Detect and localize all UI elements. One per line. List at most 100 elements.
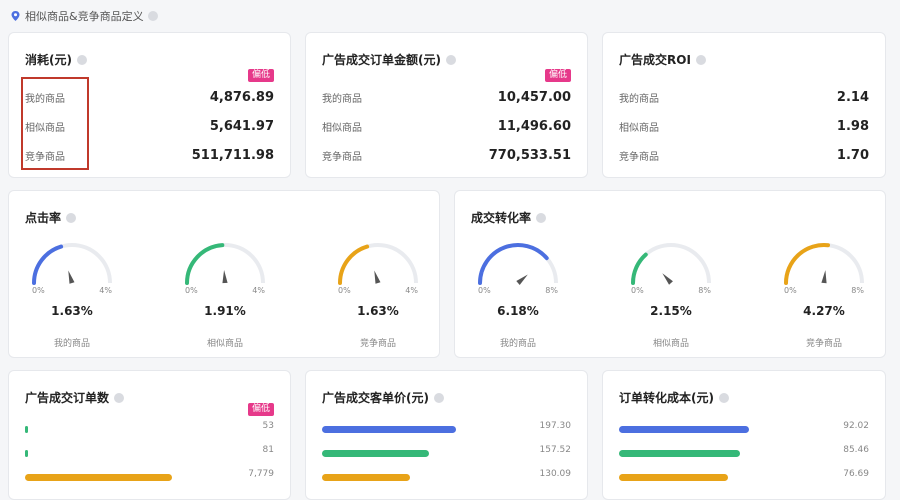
metric-row: 竞争商品 1.70 <box>619 141 869 170</box>
low-badge: 偏低 <box>247 69 274 82</box>
help-icon[interactable] <box>445 54 456 65</box>
bar-value: 7,779 <box>248 469 274 479</box>
gauge-value: 4.27% <box>803 304 845 318</box>
bar-value: 85.46 <box>843 445 869 455</box>
row-label: 相似商品 <box>25 123 65 134</box>
metric-card-order-amount: 广告成交订单金额(元) 偏低 我的商品 10,457.00 相似商品 11,496.… <box>305 32 588 178</box>
help-icon[interactable] <box>433 392 444 403</box>
row-value: 10,457.00 <box>497 90 571 105</box>
bar-value: 92.02 <box>843 421 869 431</box>
bar <box>322 474 410 481</box>
bar <box>322 450 429 457</box>
card-title: 点击率 <box>25 211 62 225</box>
gauge-caption: 相似商品 <box>206 339 243 349</box>
row-value: 5,641.97 <box>209 119 274 134</box>
gauge-caption: 我的商品 <box>53 339 90 349</box>
card-title: 消耗(元) <box>25 53 72 67</box>
gauge-value-arc <box>784 243 831 285</box>
gauge-needle <box>662 273 673 285</box>
row-value: 770,533.51 <box>488 148 571 163</box>
help-icon[interactable] <box>76 54 87 65</box>
gauge-value-arc <box>185 243 225 285</box>
gauge-needle <box>68 270 75 284</box>
help-icon[interactable] <box>536 212 547 223</box>
bar-row: 197.30 <box>322 419 571 443</box>
bar-card-unit-price: 广告成交客单价(元) 197.30 157.52 130.09 <box>305 370 588 500</box>
bar <box>322 426 456 433</box>
help-icon[interactable] <box>718 392 729 403</box>
gauge-max-label: 4% <box>405 286 418 295</box>
gauge-value: 1.63% <box>357 304 399 318</box>
bar-row: 76.69 <box>619 467 869 491</box>
gauge-max-label: 8% <box>698 286 711 295</box>
row-value: 4,876.89 <box>209 90 274 105</box>
gauge-needle <box>821 270 827 284</box>
row-label: 相似商品 <box>619 123 659 134</box>
gauge-max-label: 4% <box>99 286 112 295</box>
row-value: 2.14 <box>836 90 869 105</box>
gauge-min-label: 0% <box>338 286 351 295</box>
bar <box>619 450 740 457</box>
gauge-value-arc <box>32 244 64 285</box>
gauge-value: 1.63% <box>51 304 93 318</box>
gauge-min-label: 0% <box>784 286 797 295</box>
card-title: 成交转化率 <box>471 211 532 225</box>
gauge-value: 2.15% <box>650 304 692 318</box>
bar-row: 53 <box>25 419 274 443</box>
card-title: 广告成交订单金额(元) <box>322 53 441 67</box>
bar <box>619 426 749 433</box>
bar-card-order-cost: 订单转化成本(元) 92.02 85.46 76.69 <box>602 370 886 500</box>
gauge-value: 1.91% <box>204 304 246 318</box>
gauge-caption: 相似商品 <box>652 339 689 349</box>
gauge-needle <box>516 274 528 285</box>
card-title: 广告成交订单数 <box>25 391 110 405</box>
help-icon[interactable] <box>147 11 158 21</box>
row-label: 我的商品 <box>619 94 659 105</box>
bar-row: 157.52 <box>322 443 571 467</box>
gauge-value-arc <box>631 252 648 285</box>
gauge-value: 6.18% <box>497 304 539 318</box>
metric-row: 相似商品 11,496.60 <box>322 112 571 141</box>
gauge-needle <box>374 270 381 284</box>
row-value: 1.70 <box>836 148 869 163</box>
gauge-competing-product: 0% 4% 1.63% 竞争商品 <box>323 235 433 349</box>
row-label: 竞争商品 <box>25 152 65 163</box>
gauge-min-label: 0% <box>32 286 45 295</box>
bar-row: 85.46 <box>619 443 869 467</box>
metric-row: 我的商品 10,457.00 <box>322 83 571 112</box>
metric-card-spend: 消耗(元) 偏低 我的商品 4,876.89 相似商品 5,641.97 竞争商品 5… <box>8 32 291 178</box>
row-value: 11,496.60 <box>497 119 571 134</box>
bar <box>619 474 728 481</box>
gauge-min-label: 0% <box>478 286 491 295</box>
card-title: 订单转化成本(元) <box>619 391 714 405</box>
row-value: 511,711.98 <box>191 148 274 163</box>
gauge-similar-product: 0% 8% 2.15% 相似商品 <box>616 235 726 349</box>
gauge-track <box>32 243 112 284</box>
bar-value: 53 <box>262 421 274 431</box>
gauge-min-label: 0% <box>631 286 644 295</box>
bar-row: 92.02 <box>619 419 869 443</box>
help-icon[interactable] <box>695 54 706 65</box>
bar-value: 157.52 <box>539 445 572 455</box>
low-badge: 偏低 <box>247 403 274 416</box>
gauge-caption: 我的商品 <box>499 339 536 349</box>
help-icon[interactable] <box>66 212 77 223</box>
metric-row: 相似商品 5,641.97 <box>25 112 274 141</box>
bar-value: 197.30 <box>539 421 572 431</box>
row-label: 我的商品 <box>25 94 65 105</box>
gauge-track <box>631 243 711 284</box>
gauge-max-label: 8% <box>545 286 558 295</box>
row-label: 我的商品 <box>322 94 362 105</box>
bar <box>25 426 28 433</box>
row-label: 竞争商品 <box>322 152 362 163</box>
help-icon[interactable] <box>114 392 125 403</box>
gauge-max-label: 4% <box>252 286 265 295</box>
gauge-max-label: 8% <box>851 286 864 295</box>
gauge-track <box>478 243 558 284</box>
bar-row: 130.09 <box>322 467 571 491</box>
definition-link[interactable]: 相似商品&竞争商品定义 <box>25 8 144 24</box>
gauge-card-ctr: 点击率 0% 4% 1.63% 我的商品 0% 4% 1.91% 相似商品 0% 4% 1.63… <box>8 190 440 358</box>
metric-row: 竞争商品 770,533.51 <box>322 141 571 170</box>
gauge-value-arc <box>338 244 370 285</box>
metric-row: 我的商品 2.14 <box>619 83 869 112</box>
